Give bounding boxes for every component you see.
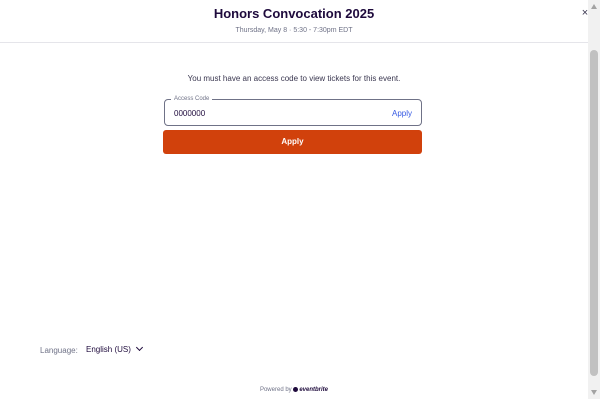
event-title: Honors Convocation 2025 [213, 6, 375, 21]
access-code-label: Access Code [171, 95, 213, 104]
access-code-field[interactable]: Access Code Apply [164, 95, 422, 126]
event-date-time: Thursday, May 8 · 5:30 - 7:30pm EDT [235, 27, 353, 34]
inline-apply-link[interactable]: Apply [392, 109, 412, 118]
modal-header: Honors Convocation 2025 Thursday, May 8 … [0, 0, 588, 43]
access-code-input[interactable] [174, 109, 354, 118]
scroll-down-icon[interactable] [591, 390, 597, 395]
scrollbar-thumb[interactable] [590, 50, 598, 376]
language-value: English (US) [86, 345, 131, 354]
powered-by: Powered by eventbrite [0, 387, 588, 393]
language-select[interactable]: English (US) [86, 343, 144, 354]
chevron-down-icon [136, 343, 144, 352]
apply-button[interactable]: Apply [163, 130, 422, 154]
scrollbar[interactable] [588, 0, 600, 399]
scroll-up-icon[interactable] [591, 4, 597, 9]
language-label: Language: [40, 346, 78, 355]
eventbrite-logo[interactable]: eventbrite [293, 387, 328, 393]
eventbrite-logo-mark [293, 387, 299, 392]
access-code-message: You must have an access code to view tic… [187, 74, 401, 83]
brand-name: eventbrite [299, 387, 329, 393]
powered-by-text: Powered by [259, 387, 292, 393]
